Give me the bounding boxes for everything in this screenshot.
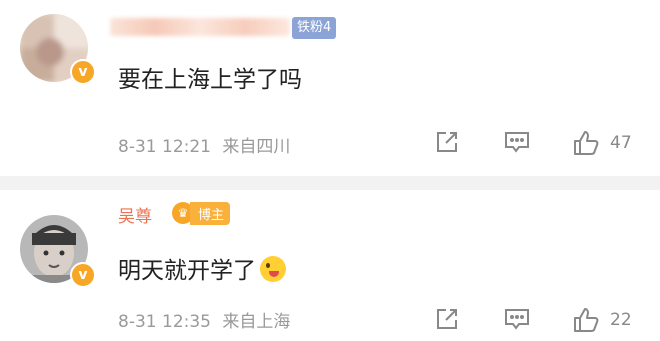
share-icon xyxy=(437,132,457,152)
host-badge: ♛ 博主 xyxy=(172,201,231,225)
verified-badge-icon: v xyxy=(70,262,96,288)
comment-time: 12:35 xyxy=(162,312,211,332)
username[interactable]: 吴尊 xyxy=(118,202,152,227)
grinning-tongue-emoji-icon xyxy=(260,256,286,282)
thumbs-up-icon xyxy=(574,131,599,155)
comment-icon xyxy=(505,309,529,330)
comment-item: v 吴尊 ♛ 博主 明天就开学了 8-31 12:35 来自上海 22 xyxy=(0,190,660,341)
share-icon xyxy=(437,309,457,329)
like-button[interactable]: 22 xyxy=(572,306,632,334)
comment-date: 8-31 xyxy=(118,137,157,157)
comment-icon xyxy=(505,132,529,153)
comment-text: 明天就开学了 xyxy=(118,258,256,284)
comment-meta: 8-31 12:21 来自四川 xyxy=(118,132,290,157)
share-button[interactable] xyxy=(434,306,460,332)
like-count: 22 xyxy=(610,310,632,330)
comment-location: 来自上海 xyxy=(222,312,291,332)
comment-item: v 铁粉4 要在上海上学了吗 8-31 12:21 来自四川 47 xyxy=(0,0,660,176)
comment-location: 来自四川 xyxy=(222,137,291,157)
comment-text-row: 明天就开学了 xyxy=(118,251,286,285)
comment-meta: 8-31 12:35 来自上海 xyxy=(118,307,290,332)
like-button[interactable]: 47 xyxy=(572,129,632,157)
blurred-username[interactable] xyxy=(110,18,290,36)
verified-badge-icon: v xyxy=(70,59,96,85)
comment-text: 要在上海上学了吗 xyxy=(118,67,302,93)
fan-badge: 铁粉4 xyxy=(292,17,337,39)
reply-button[interactable] xyxy=(503,306,531,332)
thumbs-up-icon xyxy=(574,308,599,332)
share-button[interactable] xyxy=(434,129,460,155)
like-count: 47 xyxy=(610,133,632,153)
divider xyxy=(0,176,660,190)
reply-button[interactable] xyxy=(503,129,531,155)
host-badge-label: 博主 xyxy=(190,201,231,225)
comment-date: 8-31 xyxy=(118,312,157,332)
comment-time: 12:21 xyxy=(162,137,211,157)
